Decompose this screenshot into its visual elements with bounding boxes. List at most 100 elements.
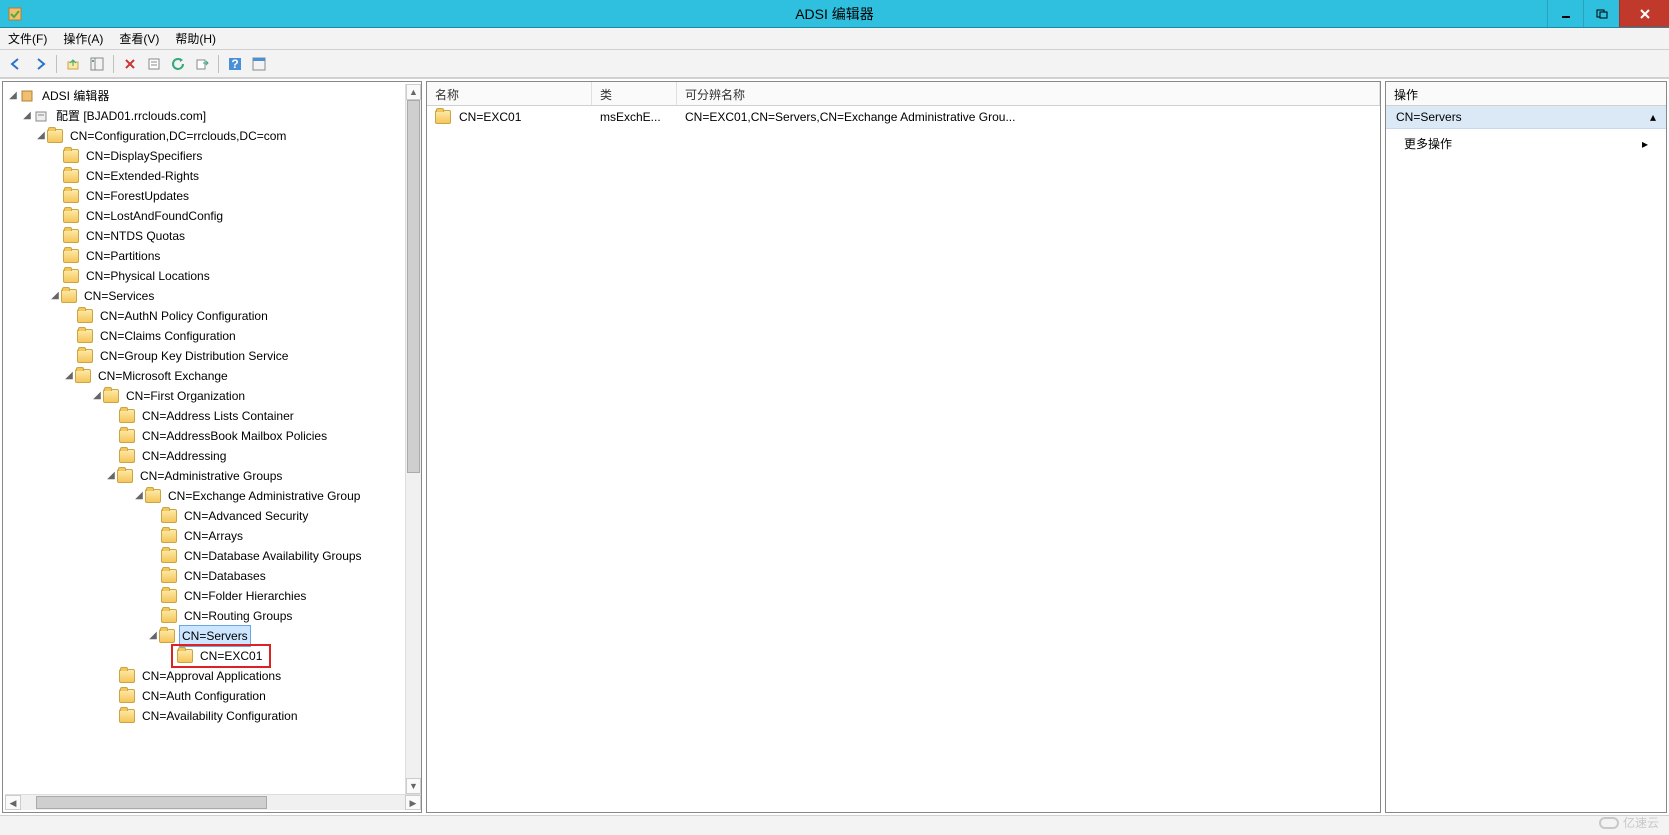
cell-name: CN=EXC01 [459, 110, 521, 124]
horizontal-scrollbar[interactable]: ◀ ▶ [5, 794, 421, 810]
folder-icon [161, 589, 177, 603]
chevron-right-icon: ▸ [1642, 137, 1648, 151]
tree-node[interactable]: CN=Arrays [181, 526, 246, 546]
menu-action[interactable]: 操作(A) [63, 30, 103, 47]
tree-node[interactable]: CN=Claims Configuration [97, 326, 239, 346]
col-class[interactable]: 类 [592, 82, 677, 105]
tree-node[interactable]: CN=Extended-Rights [83, 166, 202, 186]
scroll-down-icon[interactable]: ▼ [406, 778, 421, 794]
expand-toggle[interactable]: ◢ [63, 366, 75, 386]
tree-node[interactable]: CN=Databases [181, 566, 269, 586]
folder-icon [103, 389, 119, 403]
tree-node[interactable]: CN=Availability Configuration [139, 706, 301, 726]
details-icon[interactable] [249, 54, 269, 74]
menu-view[interactable]: 查看(V) [119, 30, 159, 47]
folder-icon [161, 609, 177, 623]
menu-help[interactable]: 帮助(H) [175, 30, 216, 47]
refresh-icon[interactable] [168, 54, 188, 74]
tree-node[interactable]: CN=Advanced Security [181, 506, 311, 526]
folder-icon [119, 409, 135, 423]
list-row[interactable]: CN=EXC01 msExchE... CN=EXC01,CN=Servers,… [427, 106, 1380, 128]
tree-node[interactable]: CN=Physical Locations [83, 266, 213, 286]
vertical-scrollbar[interactable]: ▲ ▼ [405, 84, 421, 794]
tree-node[interactable]: CN=Database Availability Groups [181, 546, 365, 566]
tree-node[interactable]: CN=Microsoft Exchange [95, 366, 231, 386]
forward-icon[interactable] [30, 54, 50, 74]
folder-icon [161, 509, 177, 523]
tree-node[interactable]: CN=ForestUpdates [83, 186, 192, 206]
folder-icon [61, 289, 77, 303]
scroll-left-icon[interactable]: ◀ [5, 795, 21, 810]
minimize-button[interactable] [1547, 0, 1583, 27]
folder-icon [75, 369, 91, 383]
tree-node[interactable]: CN=Group Key Distribution Service [97, 346, 291, 366]
folder-icon [117, 469, 133, 483]
list-body[interactable]: CN=EXC01 msExchE... CN=EXC01,CN=Servers,… [427, 106, 1380, 812]
tree-node[interactable]: CN=Approval Applications [139, 666, 284, 686]
tree-configuration[interactable]: CN=Configuration,DC=rrclouds,DC=com [67, 126, 289, 146]
up-icon[interactable] [63, 54, 83, 74]
tree-node[interactable]: CN=Address Lists Container [139, 406, 297, 426]
folder-icon [119, 689, 135, 703]
tree-view[interactable]: ◢ADSI 编辑器 ◢配置 [BJAD01.rrclouds.com] ◢CN=… [5, 84, 421, 728]
close-button[interactable] [1619, 0, 1669, 27]
folder-icon [119, 669, 135, 683]
properties-icon[interactable] [144, 54, 164, 74]
expand-toggle[interactable]: ◢ [91, 386, 103, 406]
tree-node[interactable]: CN=Administrative Groups [137, 466, 285, 486]
actions-more-label: 更多操作 [1404, 135, 1452, 152]
expand-toggle[interactable]: ◢ [35, 126, 47, 146]
expand-toggle[interactable]: ◢ [49, 286, 61, 306]
tree-node[interactable]: CN=Partitions [83, 246, 163, 266]
separator-icon [218, 55, 219, 73]
tree-node[interactable]: CN=Folder Hierarchies [181, 586, 309, 606]
export-icon[interactable] [192, 54, 212, 74]
tree-node[interactable]: CN=Services [81, 286, 157, 306]
expand-toggle[interactable]: ◢ [133, 486, 145, 506]
col-name[interactable]: 名称 [427, 82, 592, 105]
maximize-button[interactable] [1583, 0, 1619, 27]
scroll-up-icon[interactable]: ▲ [406, 84, 421, 100]
expand-toggle[interactable]: ◢ [105, 466, 117, 486]
tree-node[interactable]: CN=Routing Groups [181, 606, 295, 626]
col-dn[interactable]: 可分辨名称 [677, 82, 1380, 105]
folder-icon [63, 269, 79, 283]
expand-toggle[interactable]: ◢ [147, 626, 159, 646]
tree-config[interactable]: 配置 [BJAD01.rrclouds.com] [53, 106, 209, 126]
folder-icon [119, 449, 135, 463]
folder-icon [63, 189, 79, 203]
tree-root[interactable]: ADSI 编辑器 [39, 86, 112, 106]
folder-icon [161, 549, 177, 563]
tree-node[interactable]: CN=NTDS Quotas [83, 226, 188, 246]
actions-more[interactable]: 更多操作 ▸ [1386, 129, 1666, 158]
folder-icon [161, 569, 177, 583]
show-tree-icon[interactable] [87, 54, 107, 74]
tree-node[interactable]: CN=First Organization [123, 386, 248, 406]
tree-node[interactable]: CN=LostAndFoundConfig [83, 206, 226, 226]
expand-toggle[interactable]: ◢ [21, 106, 33, 126]
titlebar: ADSI 编辑器 [0, 0, 1669, 28]
folder-icon [177, 649, 193, 663]
tree-node[interactable]: CN=DisplaySpecifiers [83, 146, 205, 166]
tree-node[interactable]: CN=AuthN Policy Configuration [97, 306, 271, 326]
list-pane: 名称 类 可分辨名称 CN=EXC01 msExchE... CN=EXC01,… [426, 81, 1381, 813]
tree-node[interactable]: CN=Addressing [139, 446, 229, 466]
collapse-icon[interactable]: ▴ [1650, 110, 1656, 124]
expand-toggle[interactable]: ◢ [7, 86, 19, 106]
back-icon[interactable] [6, 54, 26, 74]
folder-icon [145, 489, 161, 503]
help-icon[interactable]: ? [225, 54, 245, 74]
app-icon [6, 5, 24, 23]
cell-class: msExchE... [592, 108, 677, 126]
tree-node[interactable]: CN=Exchange Administrative Group [165, 486, 363, 506]
tree-node[interactable]: CN=Auth Configuration [139, 686, 269, 706]
scroll-right-icon[interactable]: ▶ [405, 795, 421, 810]
actions-section[interactable]: CN=Servers ▴ [1386, 106, 1666, 129]
folder-icon [63, 229, 79, 243]
delete-icon[interactable] [120, 54, 140, 74]
menubar: 文件(F) 操作(A) 查看(V) 帮助(H) [0, 28, 1669, 50]
tree-node-exc01[interactable]: CN=EXC01 [197, 646, 265, 666]
menu-file[interactable]: 文件(F) [8, 30, 47, 47]
tree-node[interactable]: CN=AddressBook Mailbox Policies [139, 426, 330, 446]
folder-icon [435, 110, 451, 124]
